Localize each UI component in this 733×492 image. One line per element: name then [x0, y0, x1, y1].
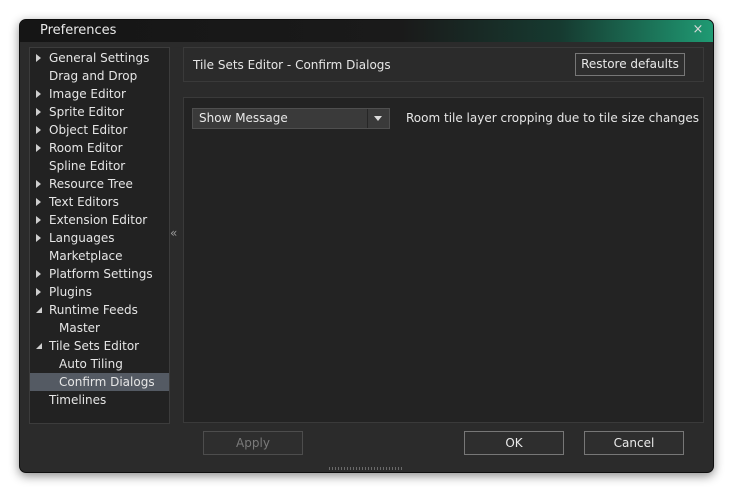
- sidebar-item[interactable]: Object Editor: [30, 121, 169, 139]
- expanded-arrow-icon[interactable]: [36, 343, 42, 349]
- sidebar-item[interactable]: Runtime Feeds: [30, 301, 169, 319]
- apply-button[interactable]: Apply: [203, 431, 303, 455]
- sidebar-item-label: Platform Settings: [49, 267, 153, 281]
- collapsed-arrow-icon[interactable]: [36, 54, 41, 62]
- sidebar-item[interactable]: Sprite Editor: [30, 103, 169, 121]
- sidebar-item-label: Plugins: [49, 285, 92, 299]
- sidebar-item[interactable]: Tile Sets Editor: [30, 337, 169, 355]
- sidebar-item-label: Resource Tree: [49, 177, 133, 191]
- collapsed-arrow-icon[interactable]: [36, 270, 41, 278]
- sidebar-item[interactable]: Image Editor: [30, 85, 169, 103]
- dropdown-value: Show Message: [199, 111, 288, 125]
- expanded-arrow-icon[interactable]: [36, 307, 42, 313]
- sidebar-item-label: Text Editors: [49, 195, 119, 209]
- sidebar-item-label: Object Editor: [49, 123, 128, 137]
- cancel-button[interactable]: Cancel: [584, 431, 684, 455]
- sidebar-item-label: Runtime Feeds: [49, 303, 138, 317]
- option-description: Room tile layer cropping due to tile siz…: [406, 111, 700, 125]
- sidebar-item[interactable]: Languages: [30, 229, 169, 247]
- collapsed-arrow-icon[interactable]: [36, 180, 41, 188]
- sidebar-item[interactable]: General Settings: [30, 49, 169, 67]
- ok-button[interactable]: OK: [464, 431, 564, 455]
- settings-content: Show Message Room tile layer cropping du…: [183, 97, 704, 423]
- confirm-behaviour-dropdown[interactable]: Show Message: [192, 108, 390, 129]
- sidebar-item[interactable]: Drag and Drop: [30, 67, 169, 85]
- close-icon[interactable]: ×: [691, 23, 705, 37]
- sidebar-item-label: Languages: [49, 231, 115, 245]
- sidebar-item[interactable]: Timelines: [30, 391, 169, 409]
- sidebar-item-label: Marketplace: [49, 249, 123, 263]
- sidebar-item[interactable]: Text Editors: [30, 193, 169, 211]
- collapsed-arrow-icon[interactable]: [36, 144, 41, 152]
- sidebar-item-label: Master: [59, 321, 100, 335]
- sidebar-item[interactable]: Resource Tree: [30, 175, 169, 193]
- sidebar-item[interactable]: Confirm Dialogs: [30, 373, 169, 391]
- resize-grip[interactable]: [329, 467, 404, 470]
- sidebar-item-label: Extension Editor: [49, 213, 148, 227]
- preferences-tree: General Settings Drag and Drop Image Edito…: [29, 47, 170, 424]
- sidebar-item-label: General Settings: [49, 51, 150, 65]
- sidebar-item-label: Image Editor: [49, 87, 126, 101]
- sidebar-item[interactable]: Extension Editor: [30, 211, 169, 229]
- sidebar-item[interactable]: Auto Tiling: [30, 355, 169, 373]
- sidebar-item-label: Tile Sets Editor: [49, 339, 140, 353]
- collapse-tree-icon[interactable]: «: [170, 226, 177, 240]
- collapsed-arrow-icon[interactable]: [36, 216, 41, 224]
- collapsed-arrow-icon[interactable]: [36, 198, 41, 206]
- sidebar-item-label: Timelines: [49, 393, 107, 407]
- restore-defaults-button[interactable]: Restore defaults: [575, 53, 685, 76]
- window-title: Preferences: [40, 23, 117, 38]
- sidebar-item[interactable]: Platform Settings: [30, 265, 169, 283]
- sidebar-item-label: Sprite Editor: [49, 105, 124, 119]
- preferences-window: Preferences × General Settings Drag and D…: [19, 19, 714, 473]
- collapsed-arrow-icon[interactable]: [36, 90, 41, 98]
- sidebar-item[interactable]: Room Editor: [30, 139, 169, 157]
- collapsed-arrow-icon[interactable]: [36, 288, 41, 296]
- sidebar-item-label: Drag and Drop: [49, 69, 138, 83]
- sidebar-item-label: Auto Tiling: [59, 357, 123, 371]
- sidebar-item-label: Spline Editor: [49, 159, 126, 173]
- collapsed-arrow-icon[interactable]: [36, 126, 41, 134]
- chevron-down-icon[interactable]: [367, 109, 389, 128]
- panel-header: Tile Sets Editor - Confirm Dialogs Resto…: [183, 47, 704, 82]
- sidebar-item-label: Room Editor: [49, 141, 123, 155]
- sidebar-item-label: Confirm Dialogs: [59, 375, 155, 389]
- sidebar-item[interactable]: Plugins: [30, 283, 169, 301]
- sidebar-item[interactable]: Marketplace: [30, 247, 169, 265]
- collapsed-arrow-icon[interactable]: [36, 108, 41, 116]
- collapsed-arrow-icon[interactable]: [36, 234, 41, 242]
- sidebar-item[interactable]: Spline Editor: [30, 157, 169, 175]
- title-bar[interactable]: Preferences ×: [20, 20, 713, 42]
- page-title: Tile Sets Editor - Confirm Dialogs: [193, 58, 391, 72]
- sidebar-item[interactable]: Master: [30, 319, 169, 337]
